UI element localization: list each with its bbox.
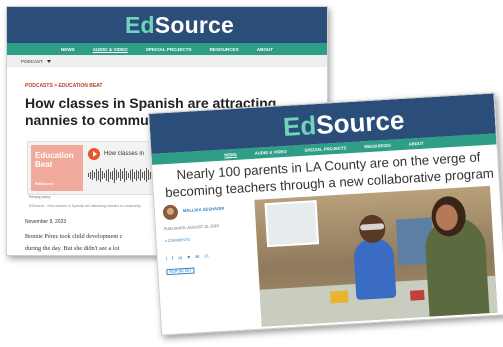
waveform-bar [108,168,109,182]
facebook-icon[interactable]: f [172,256,174,262]
photo-child [352,237,397,300]
waveform-bar [136,169,137,181]
waveform-bar [148,170,149,180]
article-body-line: Bonnie Pérez took child development c [25,233,123,240]
logo-ed: Ed [282,110,318,142]
episode-thumbnail: Education Beat EdSource [31,145,83,191]
waveform-bar [88,173,89,177]
published-date: PUBLISHED: AUGUST 16, 2023 [163,224,219,232]
waveform-bar [100,168,101,182]
waveform-bar [142,172,143,178]
waveform-bar [112,170,113,180]
chevron-down-icon [46,59,51,63]
waveform-bar [96,169,97,181]
waveform-bar [134,171,135,179]
waveform-bar [130,170,131,180]
waveform-bar [104,172,105,178]
waveform-bar [118,172,119,178]
thumbnail-title: Education Beat [35,151,74,169]
waveform-bar [126,170,127,180]
linkedin-icon[interactable]: in [178,255,182,261]
author-name[interactable]: MALLIKA SESHADRI [183,206,225,213]
waveform-bar [138,171,139,179]
waveform-bar [124,168,125,182]
waveform-bar [102,171,103,179]
waveform-bar [132,168,133,182]
edsource-logo[interactable]: EdSource [125,12,234,39]
article-photo [254,185,498,327]
waveform-bar [122,171,123,179]
edsource-logo[interactable]: EdSource [282,105,405,143]
podcast-dropdown[interactable]: PODCAST [7,55,327,67]
waveform-bar [94,172,95,178]
nav-special-projects[interactable]: SPECIAL PROJECTS [304,145,346,152]
logo-source: Source [154,12,234,38]
nav-audio-video[interactable]: AUDIO & VIDEO [255,149,287,156]
waveform-bar [128,172,129,178]
nav-resources[interactable]: RESOURCES [364,143,391,150]
waveform-bar [144,170,145,180]
nav-special-projects[interactable]: SPECIAL PROJECTS [146,47,192,52]
podcast-label: PODCAST [21,58,43,64]
waveform-bar [92,170,93,180]
privacy-link[interactable]: Privacy policy [29,195,50,199]
print-icon[interactable]: ⎙ [204,254,208,260]
nav-resources[interactable]: RESOURCES [210,47,239,52]
nav-audio-video[interactable]: AUDIO & VIDEO [93,47,128,52]
teacher-program-article-page: EdSource NEWS AUDIO & VIDEO SPECIAL PROJ… [148,92,503,336]
nav-about[interactable]: ABOUT [409,141,424,147]
photo-toy [329,290,349,304]
logo-source: Source [315,104,406,141]
comments-link[interactable]: 4 COMMENTS [165,238,191,243]
waveform-bar [116,170,117,180]
main-nav: NEWS AUDIO & VIDEO SPECIAL PROJECTS RESO… [7,43,327,55]
photo-window [264,200,320,248]
twitter-icon[interactable]: t [166,256,168,262]
heart-icon[interactable]: ♥ [187,255,190,261]
article-body-line: during the day. But she didn't see a lot [25,245,120,252]
play-icon[interactable] [88,148,100,160]
waveform-bar [98,170,99,180]
nav-news[interactable]: NEWS [61,47,75,52]
article-date: November 9, 2023 [25,219,67,225]
waveform-bar [120,169,121,181]
logo-ed: Ed [125,12,155,38]
site-header: EdSource [7,7,327,43]
email-icon[interactable]: ✉ [195,254,200,260]
waveform-bar [146,168,147,182]
waveform-bar [106,169,107,181]
waveform-bar [110,171,111,179]
share-bar: t f in ♥ ✉ ⎙ [166,254,209,263]
waveform-bar [114,167,115,183]
waveform-bar [140,169,141,181]
breadcrumb[interactable]: PODCASTS > EDUCATION BEAT [25,83,102,89]
nav-news[interactable]: NEWS [224,152,237,158]
player-caption: EdSource · How classes in Spanish are at… [29,204,141,208]
episode-title: How classes in [104,151,145,157]
avatar [162,204,179,221]
nav-about[interactable]: ABOUT [257,47,273,52]
photo-toy [410,289,425,301]
republish-button[interactable]: REPUBLISH [166,267,195,276]
waveform-bar [90,171,91,179]
thumbnail-brand: EdSource [35,181,54,186]
